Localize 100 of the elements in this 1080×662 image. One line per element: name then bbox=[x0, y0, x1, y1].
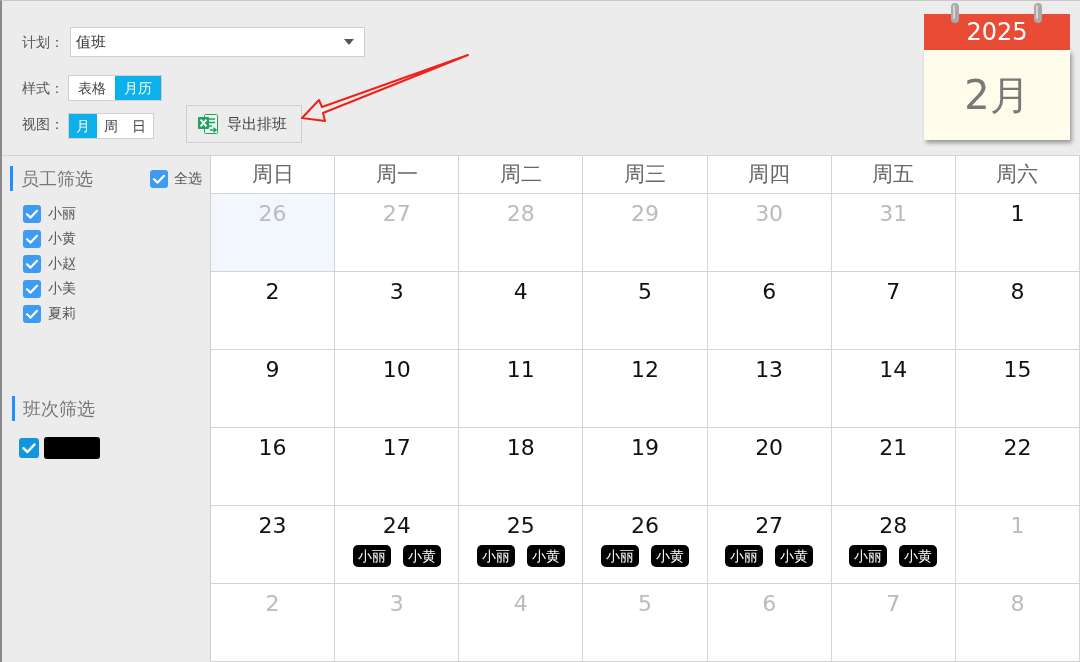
day-cell[interactable]: 11 bbox=[459, 350, 584, 428]
checkbox[interactable] bbox=[150, 170, 168, 188]
shift-tag: 小丽 bbox=[476, 545, 515, 567]
day-number: 5 bbox=[638, 591, 652, 617]
day-number: 18 bbox=[506, 435, 535, 461]
day-cell[interactable]: 5 bbox=[583, 272, 708, 350]
weekday-header: 周四 bbox=[707, 156, 832, 194]
day-number: 26 bbox=[258, 201, 287, 227]
checkbox[interactable] bbox=[23, 304, 41, 323]
day-number: 21 bbox=[879, 435, 908, 461]
shift-tag: 小丽 bbox=[849, 545, 888, 567]
day-cell[interactable]: 19 bbox=[583, 428, 708, 506]
day-number: 2 bbox=[265, 279, 280, 305]
day-number: 26 bbox=[631, 513, 659, 539]
ring-icon bbox=[1034, 3, 1042, 23]
day-cell[interactable]: 20 bbox=[707, 428, 832, 506]
day-number: 28 bbox=[506, 201, 535, 227]
day-number: 22 bbox=[1003, 435, 1032, 461]
day-number: 2 bbox=[265, 591, 280, 617]
checkbox-label: 小丽 bbox=[48, 204, 76, 223]
day-number: 27 bbox=[382, 201, 411, 227]
shift-tag: 小丽 bbox=[725, 545, 764, 567]
day-cell[interactable]: 16 bbox=[211, 428, 336, 506]
section-title: 班次筛选 bbox=[12, 396, 95, 421]
day-cell[interactable]: 28 小丽 小黄 bbox=[831, 506, 956, 584]
day-cell[interactable]: 15 bbox=[955, 350, 1080, 428]
day-cell[interactable]: 21 bbox=[831, 428, 956, 506]
plan-label: 计划： bbox=[22, 32, 65, 52]
day-cell[interactable]: 13 bbox=[707, 350, 832, 428]
day-number: 11 bbox=[506, 357, 535, 383]
shift-tag: 小黄 bbox=[402, 545, 441, 567]
day-number: 5 bbox=[638, 279, 652, 305]
day-cell[interactable]: 2 bbox=[211, 272, 336, 350]
ring-icon bbox=[951, 3, 959, 23]
weekday-header: 周五 bbox=[831, 156, 956, 194]
day-number: 1 bbox=[1010, 513, 1025, 539]
day-cell[interactable]: 6 bbox=[707, 272, 832, 350]
day-cell[interactable]: 7 bbox=[831, 272, 956, 350]
day-cell[interactable]: 22 bbox=[955, 428, 1080, 506]
day-number: 14 bbox=[879, 357, 908, 383]
day-cell[interactable]: 3 bbox=[335, 272, 460, 350]
weekday-header: 周日 bbox=[211, 156, 336, 194]
checkbox[interactable] bbox=[23, 229, 41, 248]
day-number: 6 bbox=[762, 279, 777, 305]
checkbox[interactable] bbox=[23, 254, 41, 273]
day-number: 8 bbox=[1010, 591, 1025, 617]
day-cell[interactable]: 26 小丽 小黄 bbox=[583, 506, 708, 584]
day-number: 29 bbox=[631, 201, 659, 227]
checkbox-label: 全选 bbox=[174, 169, 202, 188]
day-cell[interactable]: 12 bbox=[583, 350, 708, 428]
plan-select[interactable]: 值班 bbox=[70, 27, 365, 57]
day-cell[interactable]: 24 小丽 小黄 bbox=[335, 506, 460, 584]
day-number: 31 bbox=[879, 201, 908, 227]
shift-tag: 小黄 bbox=[651, 545, 689, 567]
checkbox[interactable] bbox=[19, 438, 39, 458]
checkbox[interactable] bbox=[23, 204, 41, 223]
shift-tag: 小黄 bbox=[899, 545, 938, 567]
caret-icon bbox=[344, 39, 354, 45]
day-cell[interactable]: 23 bbox=[211, 506, 336, 584]
shift-tag: 小黄 bbox=[775, 545, 814, 567]
day-number: 6 bbox=[762, 591, 777, 617]
shift-tag: 小丽 bbox=[601, 545, 639, 567]
day-cell[interactable]: 17 bbox=[335, 428, 460, 506]
weekday-header: 周二 bbox=[459, 156, 584, 194]
weekday-header: 周一 bbox=[335, 156, 460, 194]
day-cell[interactable]: 8 bbox=[955, 272, 1080, 350]
year-label: 2025 bbox=[924, 14, 1070, 50]
day-number: 30 bbox=[755, 201, 784, 227]
checkbox-label: 小美 bbox=[48, 279, 76, 298]
day-number: 4 bbox=[513, 591, 528, 617]
day-number: 3 bbox=[389, 279, 404, 305]
day-cell[interactable]: 1 bbox=[955, 194, 1080, 272]
day-cell[interactable]: 9 bbox=[211, 350, 336, 428]
day-number: 23 bbox=[258, 513, 287, 539]
day-number: 17 bbox=[382, 435, 411, 461]
day-number: 19 bbox=[631, 435, 659, 461]
day-number: 27 bbox=[755, 513, 784, 539]
shift-tag: 小黄 bbox=[526, 545, 565, 567]
day-cell[interactable]: 27 小丽 小黄 bbox=[707, 506, 832, 584]
day-number: 13 bbox=[755, 357, 784, 383]
day-number: 9 bbox=[265, 357, 280, 383]
day-cell[interactable]: 18 bbox=[459, 428, 584, 506]
weekday-header: 周六 bbox=[955, 156, 1080, 194]
checkbox-label: 小赵 bbox=[48, 254, 76, 273]
day-number: 25 bbox=[506, 513, 535, 539]
export-button[interactable]: 导出排班 bbox=[186, 105, 302, 143]
day-number: 15 bbox=[1003, 357, 1032, 383]
day-number: 4 bbox=[513, 279, 528, 305]
day-cell[interactable]: 14 bbox=[831, 350, 956, 428]
day-number: 24 bbox=[382, 513, 411, 539]
day-number: 8 bbox=[1010, 279, 1025, 305]
weekday-header: 周三 bbox=[583, 156, 708, 194]
day-cell[interactable]: 10 bbox=[335, 350, 460, 428]
day-cell[interactable]: 4 bbox=[459, 272, 584, 350]
day-number: 10 bbox=[382, 357, 411, 383]
checkbox-label: 小黄 bbox=[48, 229, 76, 248]
day-number: 3 bbox=[389, 591, 404, 617]
day-number: 12 bbox=[631, 357, 659, 383]
day-cell[interactable]: 25 小丽 小黄 bbox=[459, 506, 584, 584]
checkbox[interactable] bbox=[23, 279, 41, 298]
